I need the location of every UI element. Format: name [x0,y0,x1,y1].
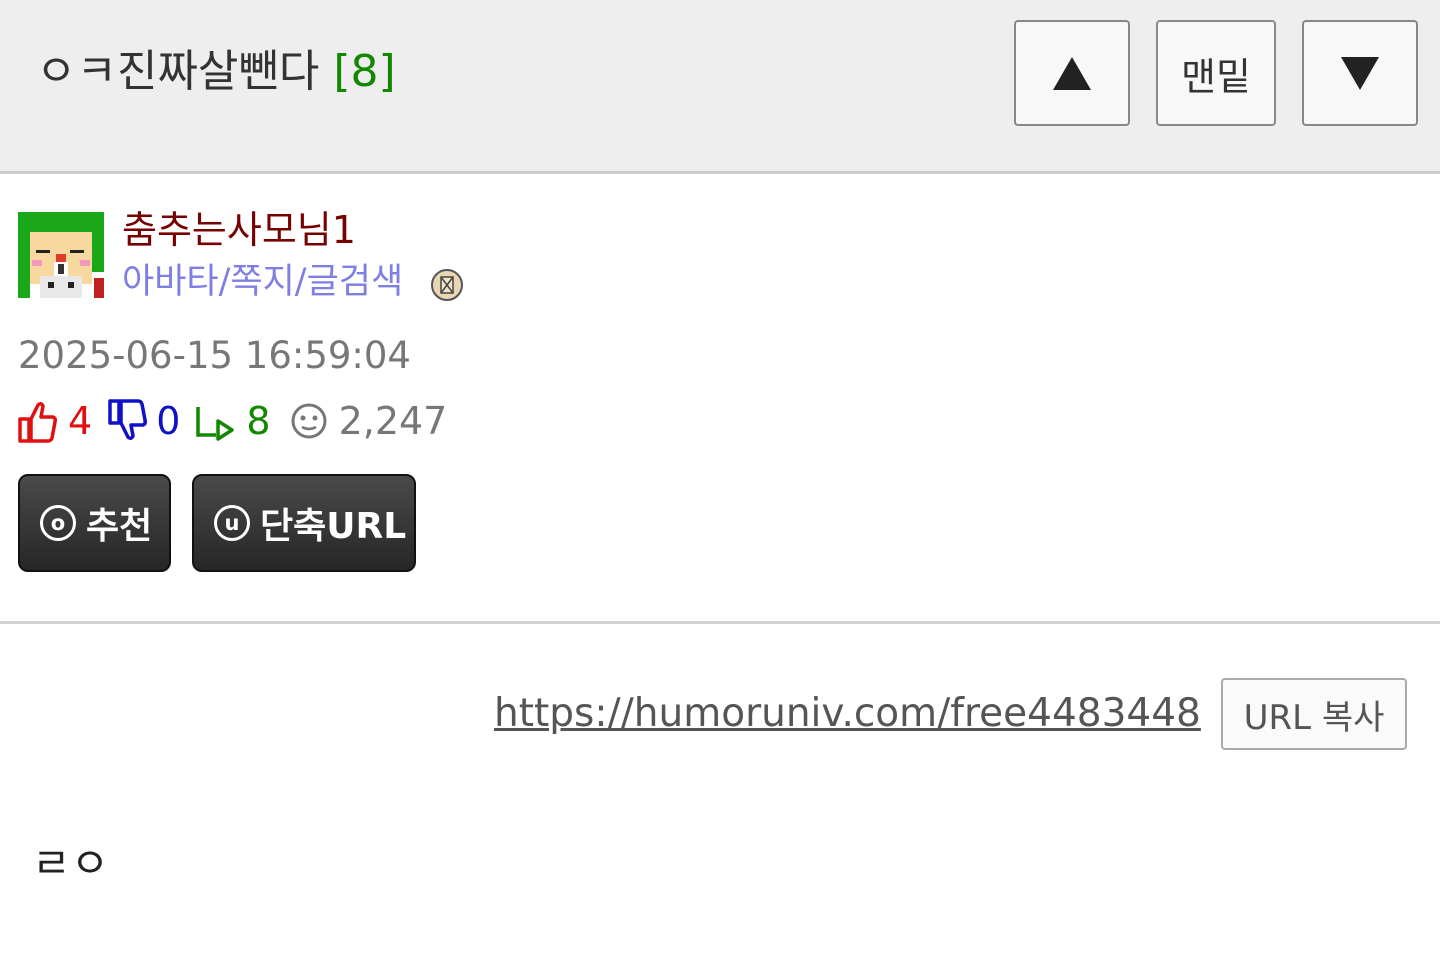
level-badge-icon [430,268,464,302]
thumbs-up-icon[interactable] [18,399,58,443]
like-count: 4 [68,399,93,443]
scroll-up-button[interactable] [1014,20,1130,126]
short-url-label: 단축URL [260,506,407,547]
recommend-label: 추천 [86,506,153,547]
comment-count[interactable]: [8] [333,46,395,97]
post-body: ㄹㅇ [32,839,110,888]
author-name[interactable]: 춤추는사모님1 [122,206,356,254]
copy-url-button[interactable]: URL 복사 [1221,678,1407,750]
short-url-button[interactable]: u 단축URL [192,474,416,572]
dislike-count: 0 [156,399,181,443]
face-icon [289,401,329,441]
post-title: ㅇㅋ진짜살뺀다 [8] [36,44,396,100]
post-title-text: ㅇㅋ진짜살뺀다 [36,46,320,97]
post-url-link[interactable]: https://humoruniv.com/free4483448 [494,688,1201,740]
pixel-avatar-icon [18,212,104,298]
copy-url-label: URL 복사 [1243,697,1385,738]
divider [0,621,1440,624]
reply-arrow-icon [194,399,236,443]
reply-count: 8 [246,399,271,443]
thumbs-down-icon[interactable] [108,399,148,443]
post-date: 2025-06-15 16:59:04 [18,334,411,377]
view-count: 2,247 [338,399,448,443]
author-links[interactable]: 아바타/쪽지/글검색 [122,258,403,306]
post-stats: 4 0 8 2,247 [18,396,447,446]
triangle-up-icon [1053,56,1091,90]
scroll-down-button[interactable] [1302,20,1418,126]
triangle-down-icon [1341,56,1379,90]
avatar[interactable] [18,212,104,298]
short-url-icon: u [214,505,250,541]
post-header: ㅇㅋ진짜살뺀다 [8] 맨밑 [0,0,1440,174]
scroll-bottom-label: 맨밑 [1181,54,1251,99]
scroll-bottom-button[interactable]: 맨밑 [1156,20,1276,126]
recommend-icon: o [40,505,76,541]
recommend-button[interactable]: o 추천 [18,474,171,572]
